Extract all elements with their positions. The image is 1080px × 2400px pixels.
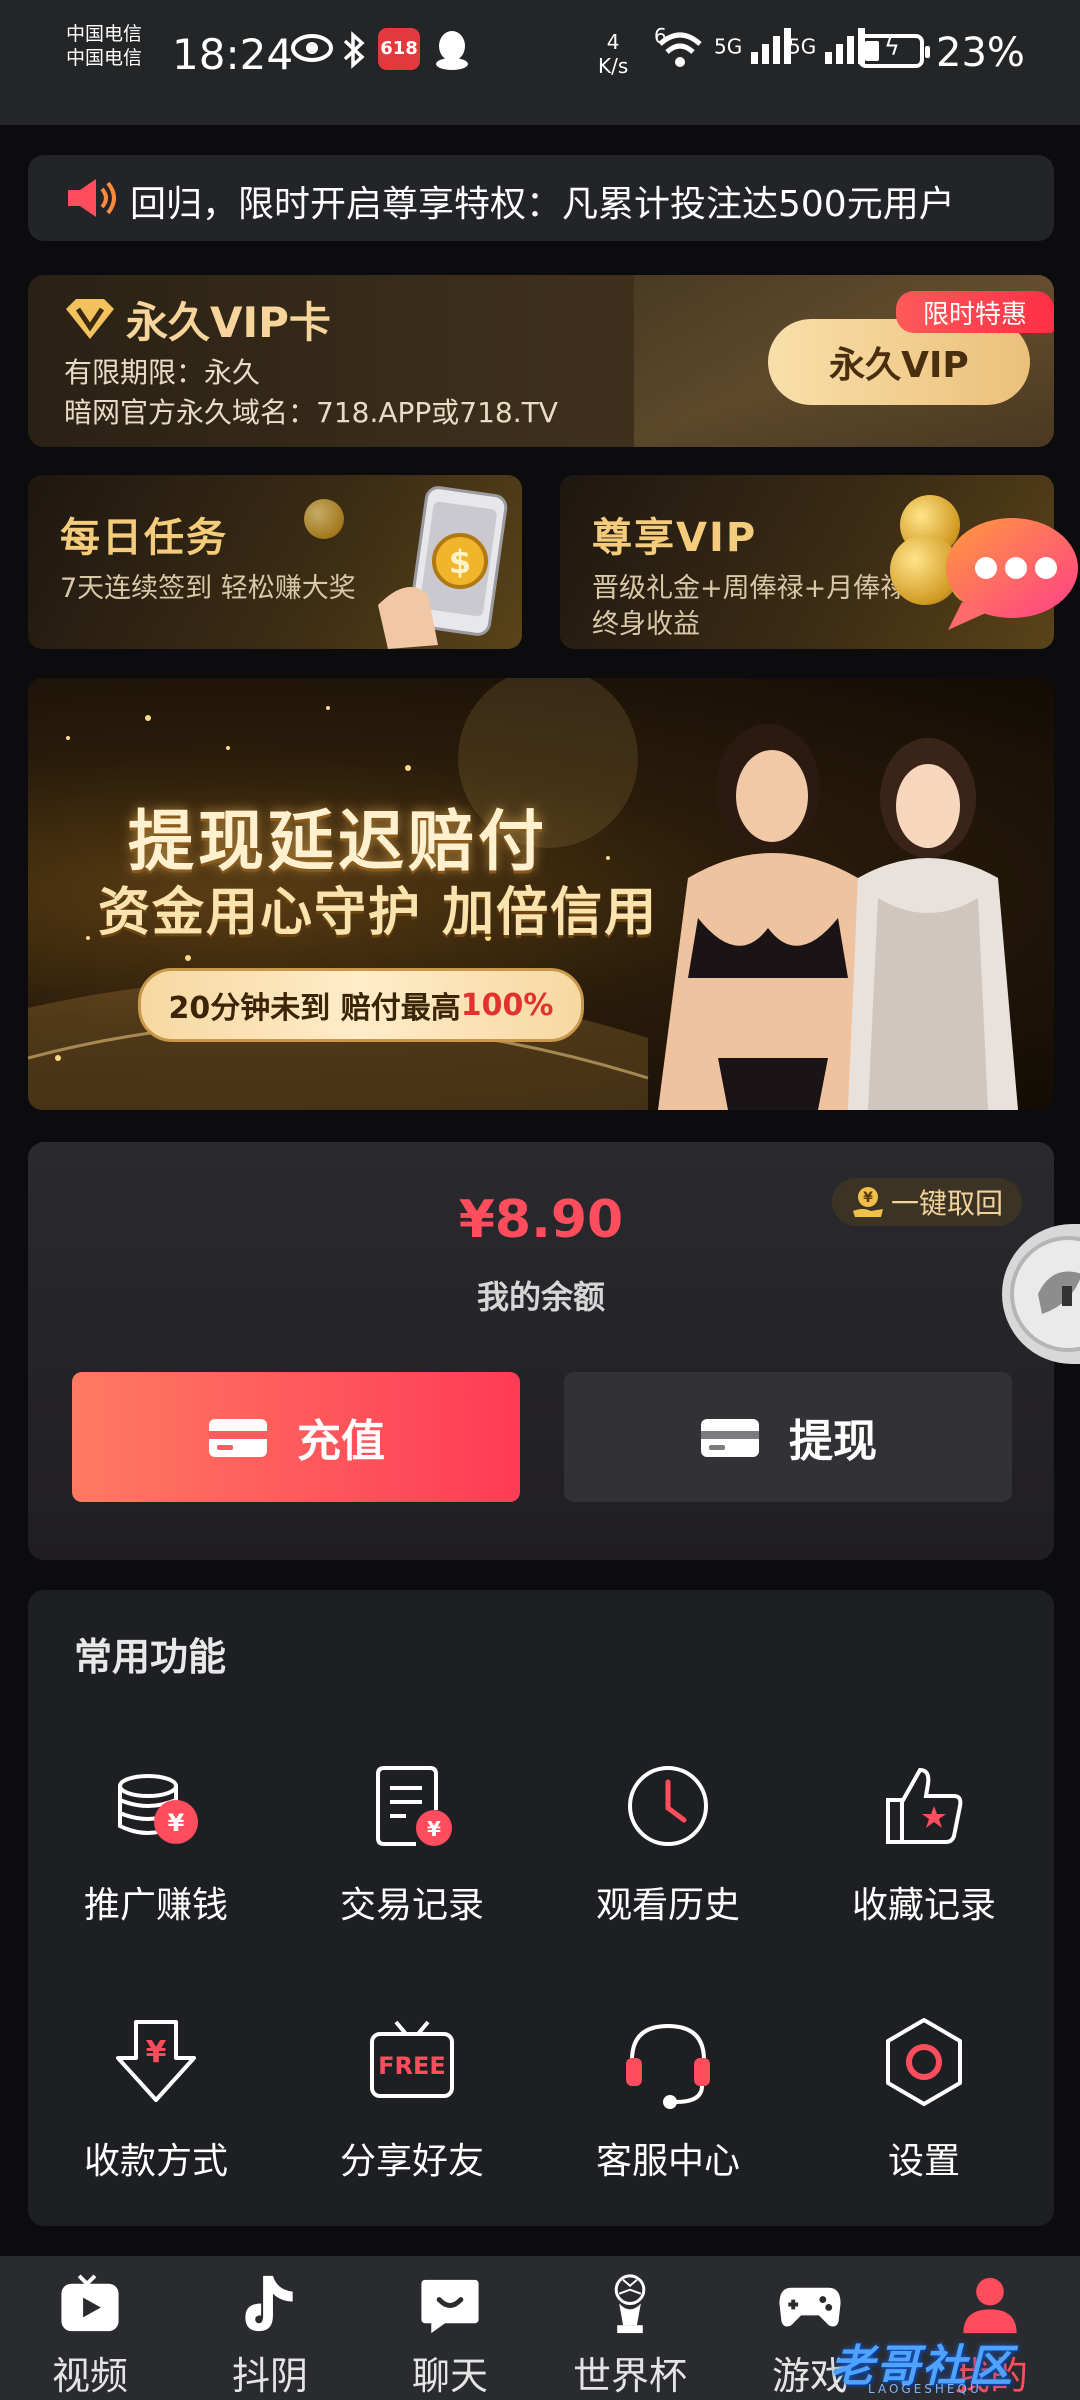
feature-transaction-records[interactable]: ¥ 交易记录 [284,1756,540,1976]
feature-promote-earn[interactable]: ¥ 推广赚钱 [28,1756,284,1976]
headset-icon [626,2023,710,2109]
feature-watch-history[interactable]: 观看历史 [540,1756,796,1976]
common-functions-panel: 常用功能 ¥ 推广赚钱 ¥ 交易记录 观看历史 收藏记录 ¥ 收款方式 FREE… [28,1590,1054,2226]
svg-text:FREE: FREE [378,2052,446,2080]
svg-text:¥: ¥ [146,2035,167,2070]
promo-banner[interactable]: 提现延迟赔付 资金用心守护 加倍信用 20分钟未到 赔付最高 100% [28,678,1054,1110]
svg-text:¥: ¥ [863,1190,873,1206]
status-bar: 中国电信 中国电信 18:24 618 4 K/s 6 5G 5G ϟ 23% [0,0,1080,125]
feature-favorites[interactable]: 收藏记录 [796,1756,1052,1976]
battery-icon: ϟ [858,33,930,68]
phone-coin-icon: $ [378,486,508,649]
vip-validity: 有限期限：永久 [64,356,261,389]
vip-privilege-title: 尊享VIP [592,515,758,561]
signal-sim1-icon: 5G [714,26,795,75]
banner-pill: 20分钟未到 赔付最高 100% [138,968,584,1042]
chat-bubble-icon[interactable] [936,512,1080,634]
gamepad-icon [779,2287,841,2327]
hand-coin-icon: ¥ [852,1187,883,1217]
chat-icon [421,2279,479,2334]
coins-icon: ¥ [118,1774,198,1844]
speaker-icon [68,179,116,217]
svg-text:¥: ¥ [427,1817,441,1841]
free-tv-icon: FREE [370,2020,454,2098]
hexagon-settings-icon [886,2018,962,2106]
svg-text:¥: ¥ [168,1809,185,1837]
svg-text:$: $ [449,543,471,581]
withdraw-button[interactable]: 提现 [564,1372,1012,1502]
marquee-text: 回归，限时开启尊享特权：凡累计投注达500元用户 [130,184,955,225]
vip-title: 永久VIP卡 [126,298,331,347]
daily-task-card[interactable]: 每日任务 7天连续签到 轻松赚大奖 $ [28,475,522,649]
profile-icon [963,2277,1017,2334]
card-icon [701,1419,759,1457]
battery-percent: 23% [936,30,1025,76]
tiktok-icon [245,2275,293,2332]
daily-task-subtitle: 7天连续签到 轻松赚大奖 [60,573,356,604]
daily-task-title: 每日任务 [60,515,228,561]
features-title: 常用功能 [74,1635,227,1679]
vip-domain: 暗网官方永久域名：718.APP或718.TV [64,396,558,429]
video-icon [61,2274,119,2332]
coin-decoration [304,499,344,539]
bluetooth-icon [342,30,366,79]
thumb-star-icon [886,1767,963,1844]
eye-icon [290,30,334,75]
clock-icon [628,1766,708,1846]
limited-offer-badge: 限时特惠 [896,291,1054,333]
feature-payment-methods[interactable]: ¥ 收款方式 [28,2012,284,2232]
balance-label: 我的余额 [476,1278,605,1316]
feature-share-friends[interactable]: FREE 分享好友 [284,2012,540,2232]
recharge-button[interactable]: 充值 [72,1372,520,1502]
status-time: 18:24 [172,30,294,79]
feature-customer-service[interactable]: 客服中心 [540,2012,796,2232]
notice-marquee[interactable]: 回归，限时开启尊享特权：凡累计投注达500元用户 [28,155,1054,241]
vip-card[interactable]: 永久VIP卡 有限期限：永久 暗网官方永久域名：718.APP或718.TV 永… [28,275,1054,447]
wallet-card: ¥8.90 我的余额 ¥ 一键取回 充值 提现 [28,1142,1054,1560]
banner-subheadline: 资金用心守护 加倍信用 [98,883,659,943]
nav-tab-world-cup[interactable]: 世界杯 [540,2270,720,2400]
nav-tab-video[interactable]: 视频 [0,2270,180,2400]
network-speed: 4 K/s [598,30,629,78]
feature-settings[interactable]: 设置 [796,2012,1052,2232]
wallet-icon [209,1419,267,1457]
nav-tab-chat[interactable]: 聊天 [360,2270,540,2400]
watermark-subtext: LAOGESHEQU [868,2382,982,2396]
wifi-icon: 6 [654,24,706,74]
yen-arrow-icon: ¥ [116,2020,196,2102]
receipt-icon: ¥ [376,1766,452,1846]
qq-icon [432,28,472,76]
app-notification-icon: 618 [378,28,420,70]
one-click-recall-button[interactable]: ¥ 一键取回 [832,1178,1022,1226]
vip-gem-icon [66,299,114,339]
nav-tab-douyin[interactable]: 抖阴 [180,2270,360,2400]
trophy-icon [614,2274,646,2334]
signal-sim2-icon: 5G [788,26,869,75]
carrier-label: 中国电信 中国电信 [66,23,143,69]
vip-privilege-subtitle: 晋级礼金+周俸禄+月俸禄 终身收益 [592,573,908,640]
